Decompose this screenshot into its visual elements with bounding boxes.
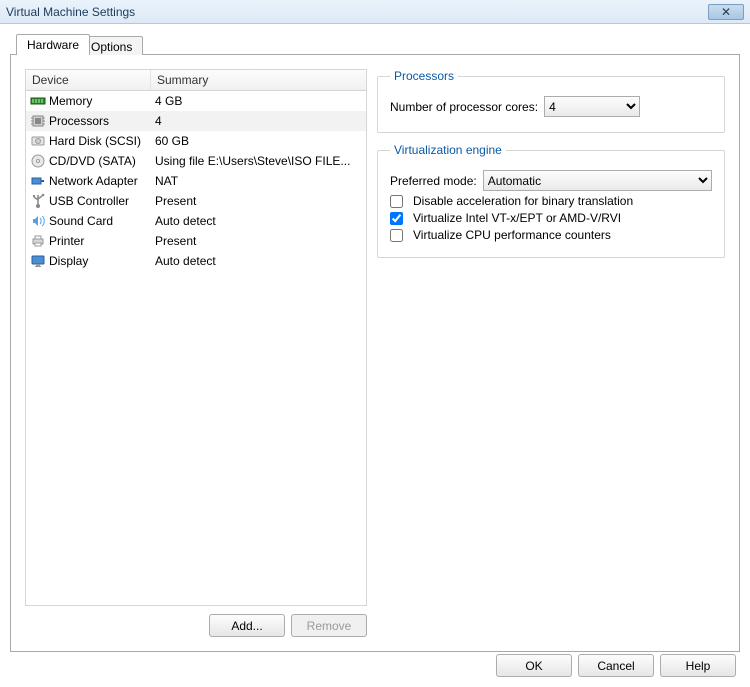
sound-icon: [30, 213, 46, 229]
device-summary: 60 GB: [155, 134, 362, 148]
table-row[interactable]: Processors 4: [26, 111, 366, 131]
virtualization-legend: Virtualization engine: [390, 143, 506, 157]
titlebar: Virtual Machine Settings ✕: [0, 0, 750, 24]
device-summary: 4 GB: [155, 94, 362, 108]
right-pane: Processors Number of processor cores: 4 …: [377, 69, 725, 637]
perf-counters-checkbox[interactable]: [390, 229, 403, 242]
device-table-body: Memory 4 GB Processors 4 Hard Disk (SCSI) 60 …: [26, 91, 366, 271]
tab-hardware-label: Hardware: [27, 38, 79, 52]
cd-icon: [30, 153, 46, 169]
device-summary: 4: [155, 114, 362, 128]
device-name: Processors: [49, 114, 109, 128]
table-row[interactable]: Memory 4 GB: [26, 91, 366, 111]
device-name: CD/DVD (SATA): [49, 154, 136, 168]
table-row[interactable]: Network Adapter NAT: [26, 171, 366, 191]
virtualization-group: Virtualization engine Preferred mode: Au…: [377, 143, 725, 258]
help-button[interactable]: Help: [660, 654, 736, 677]
device-summary: Auto detect: [155, 214, 362, 228]
processors-legend: Processors: [390, 69, 458, 83]
tab-hardware[interactable]: Hardware: [16, 34, 90, 55]
device-name: Hard Disk (SCSI): [49, 134, 141, 148]
memory-icon: [30, 93, 46, 109]
content-area: Hardware Options Device Summary Memory 4 …: [0, 24, 750, 652]
device-summary: Auto detect: [155, 254, 362, 268]
col-header-device[interactable]: Device: [26, 70, 151, 90]
dialog-footer: OK Cancel Help: [496, 654, 736, 677]
device-name: Sound Card: [49, 214, 113, 228]
hdd-icon: [30, 133, 46, 149]
device-summary: Using file E:\Users\Steve\ISO FILE...: [155, 154, 362, 168]
net-icon: [30, 173, 46, 189]
table-row[interactable]: Printer Present: [26, 231, 366, 251]
device-buttons: Add... Remove: [25, 614, 367, 637]
device-summary: Present: [155, 194, 362, 208]
perf-counters-label[interactable]: Virtualize CPU performance counters: [413, 228, 611, 242]
device-summary: Present: [155, 234, 362, 248]
col-header-summary[interactable]: Summary: [151, 70, 366, 90]
table-row[interactable]: USB Controller Present: [26, 191, 366, 211]
virtualize-vt-label[interactable]: Virtualize Intel VT-x/EPT or AMD-V/RVI: [413, 211, 621, 225]
add-button[interactable]: Add...: [209, 614, 285, 637]
mode-select[interactable]: Automatic: [483, 170, 712, 191]
mode-label: Preferred mode:: [390, 174, 477, 188]
device-name: USB Controller: [49, 194, 129, 208]
cpu-icon: [30, 113, 46, 129]
table-row[interactable]: CD/DVD (SATA) Using file E:\Users\Steve\I…: [26, 151, 366, 171]
table-row[interactable]: Hard Disk (SCSI) 60 GB: [26, 131, 366, 151]
tabpanel-hardware: Device Summary Memory 4 GB Processors 4 Hard…: [10, 54, 740, 652]
device-table: Device Summary Memory 4 GB Processors 4 Hard…: [25, 69, 367, 606]
cancel-button[interactable]: Cancel: [578, 654, 654, 677]
left-pane: Device Summary Memory 4 GB Processors 4 Hard…: [25, 69, 367, 637]
display-icon: [30, 253, 46, 269]
tabstrip: Hardware Options: [16, 34, 740, 55]
device-name: Memory: [49, 94, 92, 108]
table-row[interactable]: Display Auto detect: [26, 251, 366, 271]
processors-group: Processors Number of processor cores: 4: [377, 69, 725, 133]
cores-select[interactable]: 4: [544, 96, 640, 117]
virtualize-vt-checkbox[interactable]: [390, 212, 403, 225]
printer-icon: [30, 233, 46, 249]
tab-options-label: Options: [91, 40, 132, 54]
device-summary: NAT: [155, 174, 362, 188]
disable-accel-label[interactable]: Disable acceleration for binary translat…: [413, 194, 633, 208]
ok-button[interactable]: OK: [496, 654, 572, 677]
disable-accel-checkbox[interactable]: [390, 195, 403, 208]
device-name: Network Adapter: [49, 174, 138, 188]
remove-button[interactable]: Remove: [291, 614, 367, 637]
device-name: Printer: [49, 234, 84, 248]
window-title: Virtual Machine Settings: [6, 5, 135, 19]
cores-label: Number of processor cores:: [390, 100, 538, 114]
usb-icon: [30, 193, 46, 209]
close-button[interactable]: ✕: [708, 4, 744, 20]
device-table-header: Device Summary: [26, 70, 366, 91]
close-icon: ✕: [721, 5, 731, 19]
table-row[interactable]: Sound Card Auto detect: [26, 211, 366, 231]
device-name: Display: [49, 254, 88, 268]
